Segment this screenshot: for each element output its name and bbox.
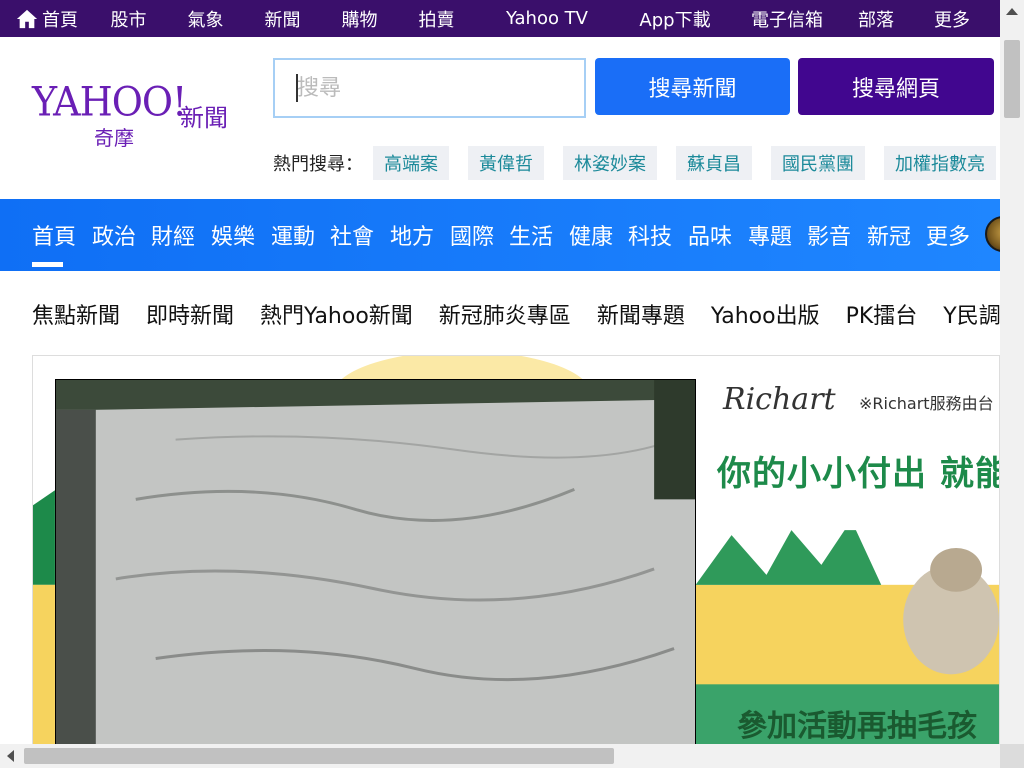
topbar-item-mail[interactable]: 電子信箱 xyxy=(731,0,843,37)
topbar-item-app[interactable]: App下載 xyxy=(619,0,731,37)
sub-nav: 焦點新聞 即時新聞 熱門Yahoo新聞 新冠肺炎專區 新聞專題 Yahoo出版 … xyxy=(32,296,1024,332)
trending-searches: 熱門搜尋： 高端案 黃偉哲 林姿妙案 蘇貞昌 國民黨團 加權指數亮 xyxy=(273,146,1015,180)
page: 首頁 股市 氣象 新聞 購物 拍賣 Yahoo TV App下載 電子信箱 部落… xyxy=(0,0,1024,768)
subnav-item[interactable]: 新冠肺炎專區 xyxy=(439,298,571,330)
vertical-scroll-thumb[interactable] xyxy=(1004,40,1020,118)
subnav-item[interactable]: Y民調 xyxy=(943,298,1000,330)
search-news-button[interactable]: 搜尋新聞 xyxy=(595,58,790,115)
topbar-item-blog[interactable]: 部落 xyxy=(843,0,909,37)
logo-sub: 奇摩 xyxy=(94,126,134,150)
nav-item-home[interactable]: 首頁 xyxy=(32,219,76,251)
search-web-button[interactable]: 搜尋網頁 xyxy=(798,58,994,115)
nav-item-entertainment[interactable]: 娛樂 xyxy=(211,219,255,251)
scroll-up-arrow-icon[interactable] xyxy=(1006,8,1018,15)
nav-item-tech[interactable]: 科技 xyxy=(628,219,672,251)
ad-note: ※Richart服務由台 xyxy=(859,394,994,413)
ad-video[interactable] xyxy=(55,379,696,744)
logo-section: 新聞 xyxy=(180,104,228,132)
ad-headline: 你的小小付出 就能 xyxy=(717,454,1000,494)
horizontal-scrollbar[interactable] xyxy=(0,744,1000,768)
richart-logo: Richart xyxy=(723,382,836,417)
text-cursor xyxy=(296,74,298,102)
trending-tag[interactable]: 蘇貞昌 xyxy=(676,146,752,180)
topbar-item-weather[interactable]: 氣象 xyxy=(167,0,244,37)
nav-item-international[interactable]: 國際 xyxy=(450,219,494,251)
subnav-item[interactable]: 即時新聞 xyxy=(146,298,234,330)
vertical-scrollbar[interactable] xyxy=(1000,0,1024,744)
top-bar: 首頁 股市 氣象 新聞 購物 拍賣 Yahoo TV App下載 電子信箱 部落… xyxy=(0,0,1000,37)
logo-wordmark: YAHOO! xyxy=(32,78,187,126)
topbar-item-yahoo-tv[interactable]: Yahoo TV xyxy=(475,0,619,37)
subnav-item[interactable]: 新聞專題 xyxy=(597,298,685,330)
search-input[interactable] xyxy=(273,58,586,118)
trending-tag[interactable]: 黃偉哲 xyxy=(468,146,544,180)
trending-tag[interactable]: 林姿妙案 xyxy=(563,146,657,180)
nav-item-topics[interactable]: 專題 xyxy=(748,219,792,251)
scroll-left-arrow-icon[interactable] xyxy=(7,750,14,762)
trending-label: 熱門搜尋： xyxy=(273,154,363,175)
topbar-item-stock[interactable]: 股市 xyxy=(90,0,167,37)
nav-item-politics[interactable]: 政治 xyxy=(92,219,136,251)
nav-item-video[interactable]: 影音 xyxy=(807,219,851,251)
ad-promo: 參加活動再抽毛孩 xyxy=(737,709,977,744)
topbar-item-home[interactable]: 首頁 xyxy=(42,0,90,37)
topbar-item-more[interactable]: 更多 xyxy=(909,0,995,37)
topbar-item-shopping[interactable]: 購物 xyxy=(321,0,398,37)
nav-item-local[interactable]: 地方 xyxy=(390,219,434,251)
video-frame xyxy=(56,380,695,744)
subnav-item[interactable]: 熱門Yahoo新聞 xyxy=(260,298,413,330)
trending-tag[interactable]: 國民黨團 xyxy=(771,146,865,180)
horizontal-scroll-thumb[interactable] xyxy=(24,748,614,764)
category-nav: 首頁 政治 財經 娛樂 運動 社會 地方 國際 生活 健康 科技 品味 專題 影… xyxy=(0,199,1021,271)
nav-item-sports[interactable]: 運動 xyxy=(271,219,315,251)
nav-item-taste[interactable]: 品味 xyxy=(688,219,732,251)
topbar-item-auction[interactable]: 拍賣 xyxy=(398,0,475,37)
subnav-item[interactable]: 焦點新聞 xyxy=(32,298,120,330)
nav-item-life[interactable]: 生活 xyxy=(509,219,553,251)
active-tab-indicator xyxy=(32,262,63,267)
yahoo-news-logo[interactable]: YAHOO! 奇摩 新聞 xyxy=(32,78,237,150)
subnav-item[interactable]: PK擂台 xyxy=(846,298,918,330)
nav-item-finance[interactable]: 財經 xyxy=(151,219,195,251)
banner-ad[interactable]: Richart ※Richart服務由台 你的小小付出 就能 參加活動再抽毛孩 xyxy=(32,355,1000,745)
nav-item-society[interactable]: 社會 xyxy=(330,219,374,251)
nav-item-health[interactable]: 健康 xyxy=(569,219,613,251)
home-icon[interactable] xyxy=(16,8,38,30)
nav-item-covid[interactable]: 新冠 xyxy=(867,219,911,251)
ad-richart-panel: Richart ※Richart服務由台 你的小小付出 就能 參加活動再抽毛孩 xyxy=(697,356,1000,744)
trending-tag[interactable]: 加權指數亮 xyxy=(884,146,996,180)
subnav-item[interactable]: Yahoo出版 xyxy=(711,298,820,330)
topbar-item-news[interactable]: 新聞 xyxy=(244,0,321,37)
scrollbar-corner xyxy=(1000,744,1024,768)
trending-tag[interactable]: 高端案 xyxy=(373,146,449,180)
nav-item-more[interactable]: 更多 xyxy=(926,219,970,251)
